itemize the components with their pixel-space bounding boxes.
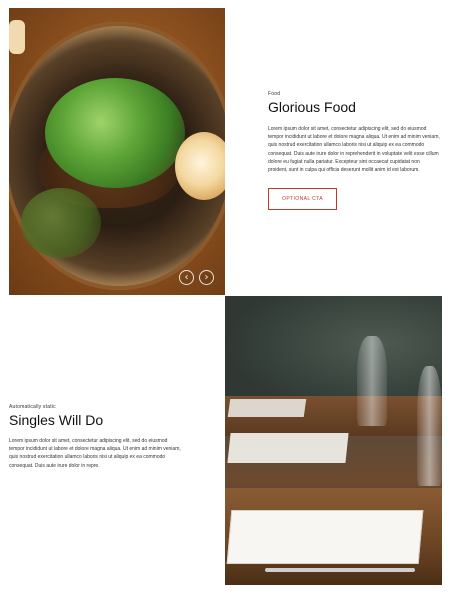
chevron-left-icon: ‹ [184,272,189,283]
section2-text: Automatically static Singles Will Do Lor… [9,404,181,470]
menu-card-graphic [226,510,424,564]
salad-graphic [45,78,185,188]
section2-eyebrow: Automatically static [9,404,56,410]
food-image [9,8,225,295]
egg-graphic [175,132,225,200]
section2-title: Singles Will Do [9,412,104,428]
section2-body: Lorem ipsum dolor sit amet, consectetur … [9,438,181,469]
bread-corner-graphic [9,20,25,54]
cutlery-graphic [265,568,415,572]
placemat-graphic [227,433,349,463]
section1-title: Glorious Food [268,99,356,115]
section1-body: Lorem ipsum dolor sit amet, consectetur … [268,126,440,174]
wine-glass-graphic [357,336,387,426]
beans-graphic [21,188,101,258]
chevron-right-icon: › [204,272,209,283]
optional-cta-button[interactable]: OPTIONAL CTA [268,188,337,210]
carousel-prev-button[interactable]: ‹ [179,270,194,285]
section1-eyebrow: Food [268,91,281,97]
carousel-next-button[interactable]: › [199,270,214,285]
section1-text: Food Glorious Food Lorem ipsum dolor sit… [268,91,440,174]
placemat-graphic [227,399,307,417]
wine-glass-graphic [417,366,442,486]
restaurant-image [225,296,442,585]
